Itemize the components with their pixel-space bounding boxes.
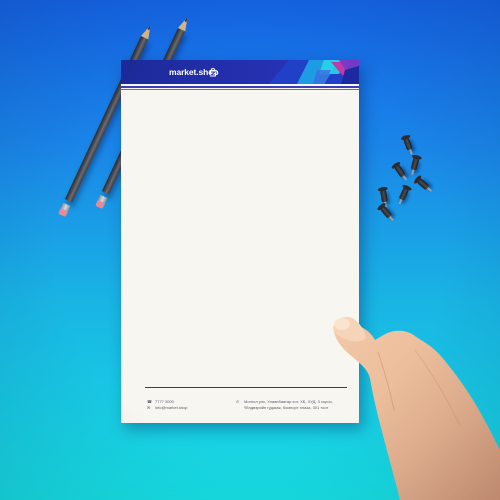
push-pin [416,177,430,191]
push-pin [410,157,420,171]
header-graphic [269,60,359,84]
shopping-bag-icon [209,68,217,77]
mockup-scene: market.shop ☎ 7777 3000 ✉ info@market.sh… [0,0,500,500]
email-text: info@market.shop [155,405,188,410]
push-pin [398,187,410,201]
push-pin [379,205,393,219]
contact-block-right: ⊙ Монгол улс, Улаанбаатар хот, ХБ, ХУД, … [236,399,333,411]
contact-email: ✉ info@market.shop [147,405,188,411]
contact-block-left: ☎ 7777 3000 ✉ info@market.shop [147,399,188,411]
push-pin [380,189,388,203]
brand-logo: market.shop [169,67,219,77]
hand [333,316,500,500]
contact-address-2: Үйлдвэрийн гудамж, Компорт плаза, 301 то… [236,405,333,411]
location-pin-icon: ⊙ [236,399,240,404]
letterhead-header: market.shop [121,60,359,84]
address-line-2: Үйлдвэрийн гудамж, Компорт плаза, 301 то… [244,405,329,410]
header-divider [121,86,359,88]
header-accent-divider [121,89,359,90]
push-pin [403,137,413,151]
phone-icon: ☎ [147,399,152,404]
footer-divider [145,387,347,388]
push-pin [394,164,406,178]
mail-icon: ✉ [147,405,151,410]
